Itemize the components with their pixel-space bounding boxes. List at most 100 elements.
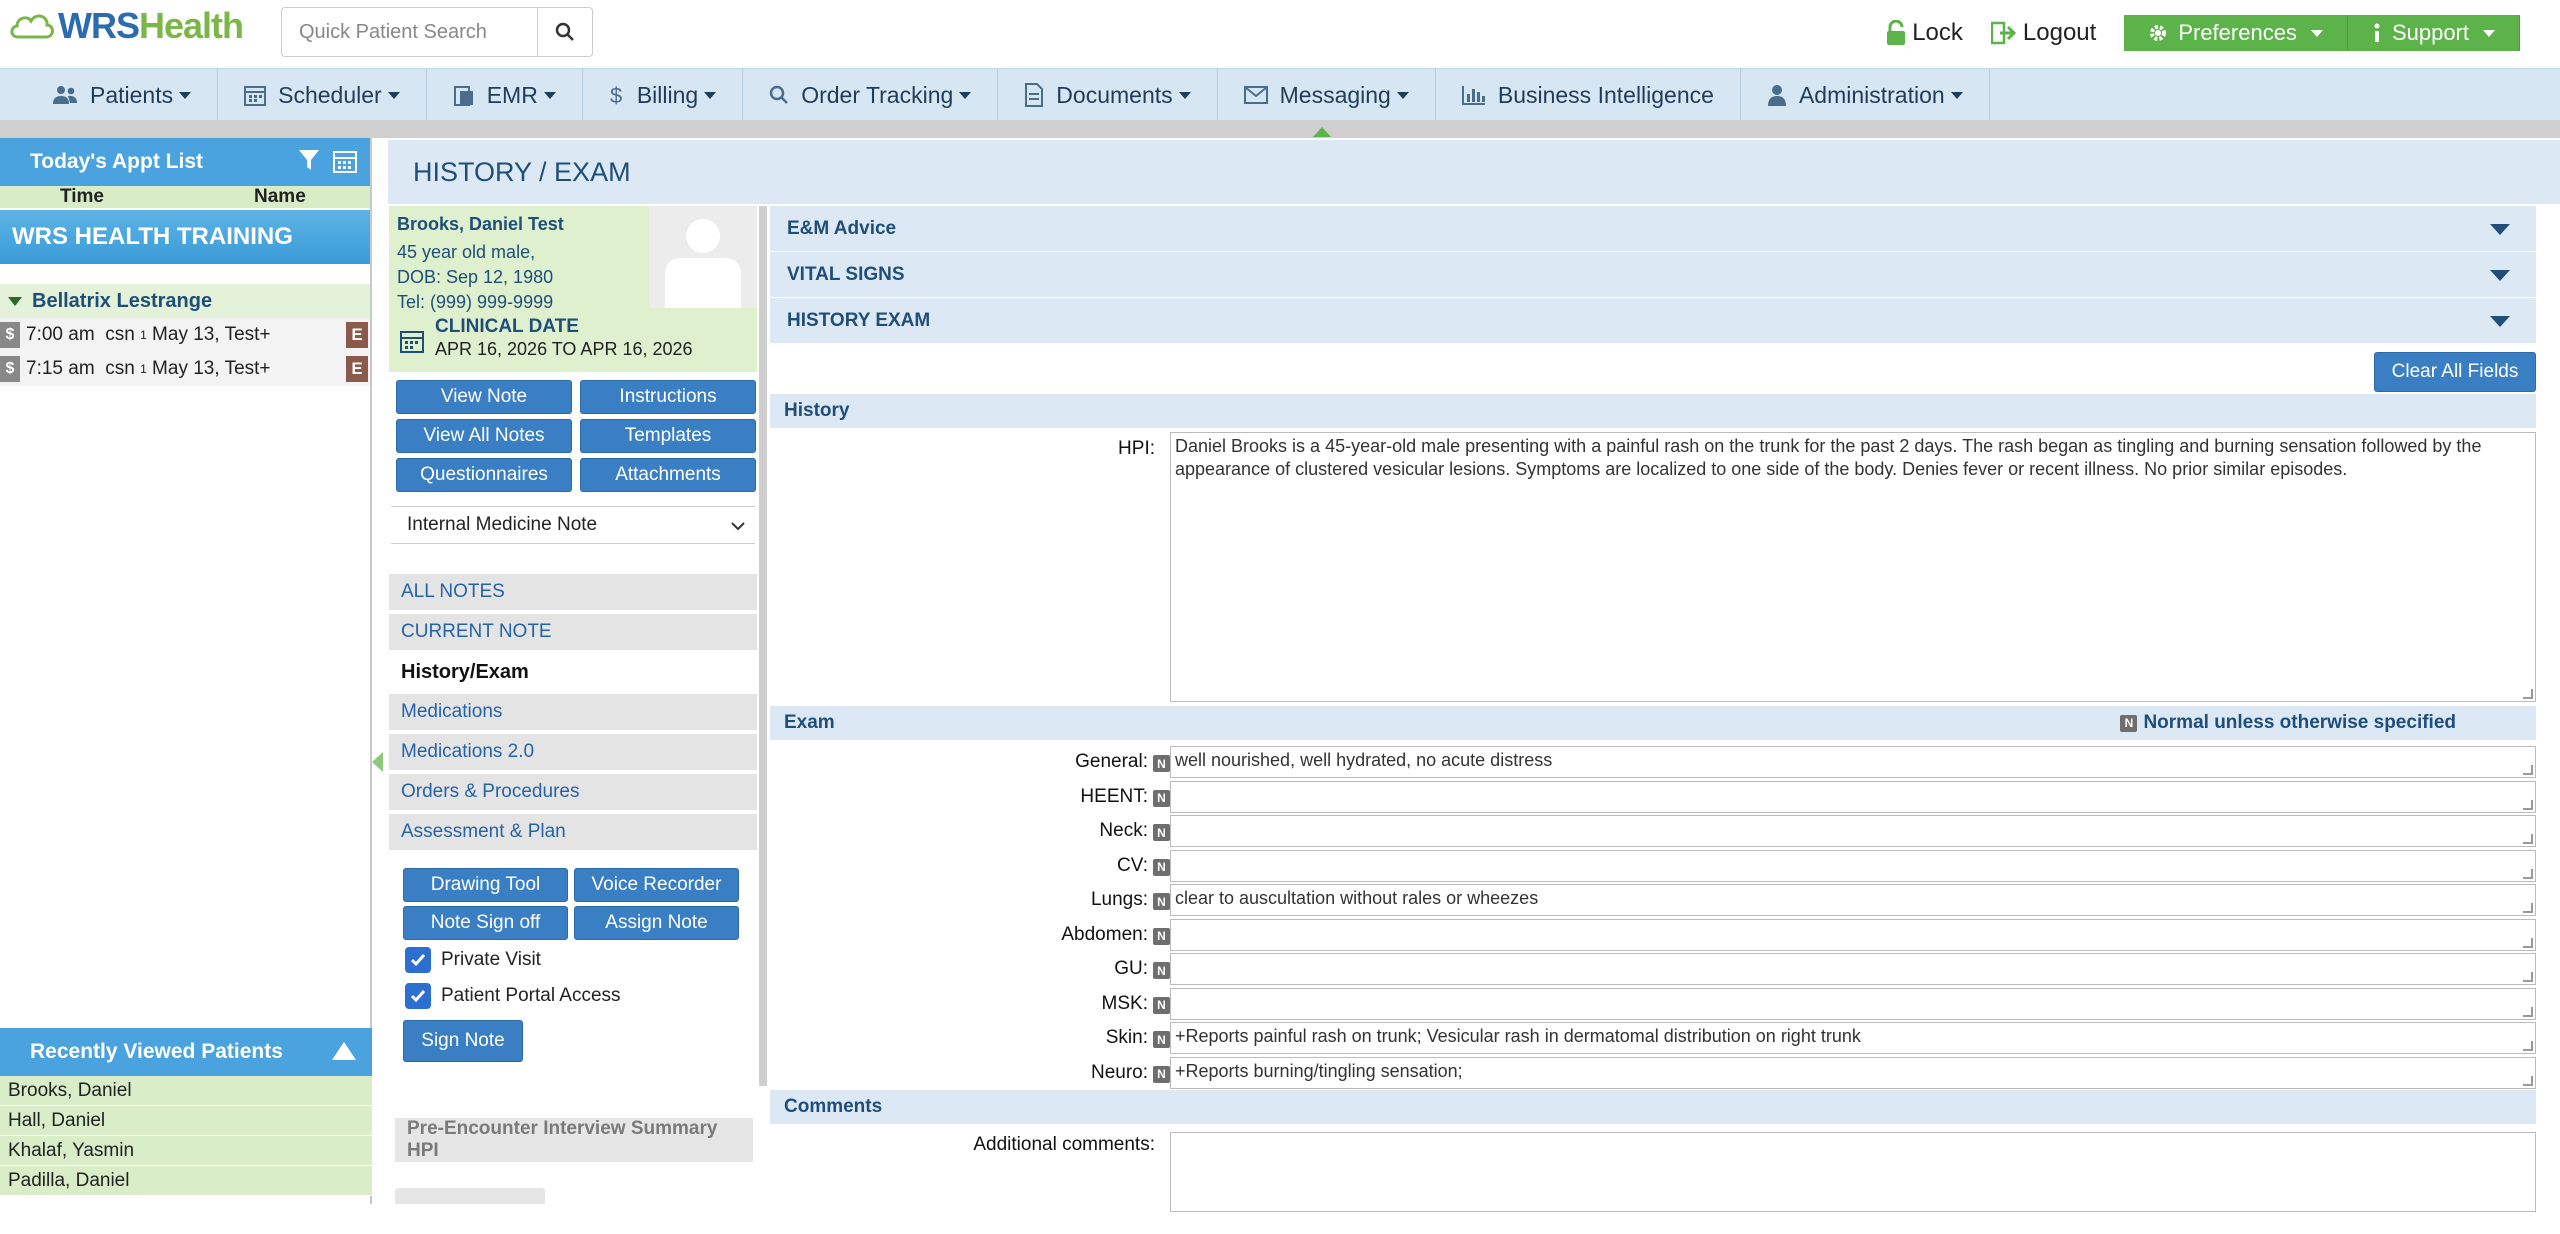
recent-patient-item[interactable]: Padilla, Daniel xyxy=(0,1166,372,1196)
recent-patient-item[interactable]: Khalaf, Yasmin xyxy=(0,1136,372,1166)
resize-grip-icon[interactable] xyxy=(2523,903,2533,913)
attachments-button[interactable]: Attachments xyxy=(580,458,756,492)
checkbox-checked-icon[interactable] xyxy=(405,947,431,973)
quick-patient-search-input[interactable] xyxy=(281,7,538,57)
normal-n-button-icon[interactable]: N xyxy=(1153,1031,1170,1048)
collapse-icon[interactable] xyxy=(332,1042,356,1060)
exam-field-lungs[interactable]: clear to auscultation without rales or w… xyxy=(1170,884,2536,916)
clinical-date[interactable]: CLINICAL DATE APR 16, 2026 TO APR 16, 20… xyxy=(389,316,757,372)
note-nav-assessment-and-plan[interactable]: Assessment & Plan xyxy=(389,814,757,850)
nav-patients[interactable]: Patients xyxy=(0,69,219,121)
normal-n-button-icon[interactable]: N xyxy=(1153,927,1170,945)
normal-n-button-icon[interactable]: N xyxy=(1153,789,1170,807)
exam-field-neck[interactable] xyxy=(1170,815,2536,847)
subnav-indicator-icon[interactable] xyxy=(1313,127,1331,137)
voice-recorder-button[interactable]: Voice Recorder xyxy=(574,868,739,902)
note-nav-orders-and-procedures[interactable]: Orders & Procedures xyxy=(389,774,757,810)
recent-patient-item[interactable]: Hall, Daniel xyxy=(0,1106,372,1136)
instructions-button[interactable]: Instructions xyxy=(580,380,756,414)
normal-unless-specified[interactable]: N Normal unless otherwise specified xyxy=(2120,712,2456,734)
calendar-icon[interactable] xyxy=(332,148,358,174)
resize-grip-icon[interactable] xyxy=(2523,1006,2533,1017)
accordion-history-exam[interactable]: HISTORY EXAM xyxy=(770,298,2536,344)
sign-note-button[interactable]: Sign Note xyxy=(403,1020,523,1062)
resize-grip-icon[interactable] xyxy=(2523,937,2533,948)
billing-dollar-icon[interactable]: $ xyxy=(0,356,20,382)
appt-row[interactable]: $7:15 am csn 1 May 13, Test+ E xyxy=(0,352,370,386)
resize-grip-icon[interactable] xyxy=(2523,765,2533,775)
support-button[interactable]: Support xyxy=(2347,15,2520,51)
view-note-button[interactable]: View Note xyxy=(396,380,572,414)
note-sign-off-button[interactable]: Note Sign off xyxy=(403,906,568,940)
accordion-vital-signs[interactable]: VITAL SIGNS xyxy=(770,252,2536,298)
private-visit-checkbox[interactable]: Private Visit xyxy=(389,942,757,978)
current-note-link[interactable]: CURRENT NOTE xyxy=(389,614,757,650)
recent-patient-item[interactable]: Brooks, Daniel xyxy=(0,1076,372,1106)
nav-billing[interactable]: $ Billing xyxy=(583,69,744,121)
view-all-notes-button[interactable]: View All Notes xyxy=(396,419,572,453)
filter-icon[interactable] xyxy=(298,148,320,172)
normal-n-button-icon[interactable]: N xyxy=(1153,893,1170,910)
all-notes-link[interactable]: ALL NOTES xyxy=(389,574,757,610)
appt-patient-group[interactable]: Bellatrix Lestrange xyxy=(0,284,370,318)
assign-note-button[interactable]: Assign Note xyxy=(574,906,739,940)
billing-dollar-icon[interactable]: $ xyxy=(0,322,20,348)
exam-field-cv[interactable] xyxy=(1170,849,2536,882)
nav-emr[interactable]: EMR xyxy=(427,69,583,121)
secondary-tab[interactable] xyxy=(395,1188,545,1204)
normal-n-button-icon[interactable]: N xyxy=(1153,755,1170,772)
note-type-select[interactable]: Internal Medicine Note xyxy=(391,506,755,544)
portal-access-checkbox[interactable]: Patient Portal Access xyxy=(389,978,757,1014)
normal-n-button-icon[interactable]: N xyxy=(1153,962,1170,979)
chevron-down-icon[interactable] xyxy=(2490,270,2510,281)
nav-messaging[interactable]: Messaging xyxy=(1218,69,1436,121)
resize-grip-icon[interactable] xyxy=(2523,972,2533,982)
chevron-down-icon[interactable] xyxy=(2490,316,2510,327)
lock-link[interactable]: Lock xyxy=(1886,19,1963,47)
resize-grip-icon[interactable] xyxy=(2523,1075,2533,1086)
recent-patients-header[interactable]: Recently Viewed Patients xyxy=(0,1028,372,1076)
clear-all-fields-button[interactable]: Clear All Fields xyxy=(2374,352,2536,392)
panel-divider-scrollbar[interactable] xyxy=(759,206,767,1086)
exam-field-gu[interactable] xyxy=(1170,953,2536,985)
wrs-health-logo[interactable]: WRS Health xyxy=(8,5,244,46)
checkbox-checked-icon[interactable] xyxy=(405,983,431,1009)
pre-encounter-tab[interactable]: Pre-Encounter Interview Summary HPI xyxy=(395,1118,753,1162)
resize-grip-icon[interactable] xyxy=(2523,834,2533,844)
questionnaires-button[interactable]: Questionnaires xyxy=(396,458,572,492)
encounter-badge[interactable]: E xyxy=(346,322,368,348)
preferences-button[interactable]: Preferences xyxy=(2124,15,2348,51)
normal-n-button-icon[interactable]: N xyxy=(1153,996,1170,1014)
normal-n-button-icon[interactable]: N xyxy=(1153,824,1170,841)
nav-documents[interactable]: Documents xyxy=(998,69,1218,121)
exam-field-neuro[interactable]: +Reports burning/tingling sensation; xyxy=(1170,1056,2536,1089)
exam-field-skin[interactable]: +Reports painful rash on trunk; Vesicula… xyxy=(1170,1022,2536,1054)
templates-button[interactable]: Templates xyxy=(580,419,756,453)
nav-business-intelligence[interactable]: Business Intelligence xyxy=(1436,69,1741,121)
note-nav-medications[interactable]: Medications xyxy=(389,694,757,730)
exam-field-heent[interactable] xyxy=(1170,780,2536,813)
additional-comments-textarea[interactable] xyxy=(1170,1132,2536,1212)
resize-grip-icon[interactable] xyxy=(2523,689,2533,699)
collapse-sidebar-icon[interactable] xyxy=(372,752,383,772)
nav-order-tracking[interactable]: Order Tracking xyxy=(743,69,999,121)
resize-grip-icon[interactable] xyxy=(2523,799,2533,810)
logout-link[interactable]: Logout xyxy=(1990,19,2096,47)
note-nav-medications-2-0[interactable]: Medications 2.0 xyxy=(389,734,757,770)
normal-n-button-icon[interactable]: N xyxy=(1153,1065,1170,1083)
search-button[interactable] xyxy=(538,7,593,57)
note-nav-history-exam[interactable]: History/Exam xyxy=(389,654,757,690)
nav-administration[interactable]: Administration xyxy=(1741,69,1990,121)
chevron-down-icon[interactable] xyxy=(2490,224,2510,235)
encounter-badge[interactable]: E xyxy=(346,356,368,382)
hpi-textarea[interactable]: Daniel Brooks is a 45-year-old male pres… xyxy=(1170,432,2536,702)
appt-row[interactable]: $7:00 am csn 1 May 13, Test+ E xyxy=(0,318,370,352)
exam-field-general[interactable]: well nourished, well hydrated, no acute … xyxy=(1170,746,2536,778)
exam-field-msk[interactable] xyxy=(1170,987,2536,1020)
resize-grip-icon[interactable] xyxy=(2523,1041,2533,1051)
drawing-tool-button[interactable]: Drawing Tool xyxy=(403,868,568,902)
nav-scheduler[interactable]: Scheduler xyxy=(218,69,427,121)
normal-n-button-icon[interactable]: N xyxy=(1153,858,1170,876)
resize-grip-icon[interactable] xyxy=(2523,868,2533,879)
accordion-eandm-advice[interactable]: E&M Advice xyxy=(770,206,2536,252)
